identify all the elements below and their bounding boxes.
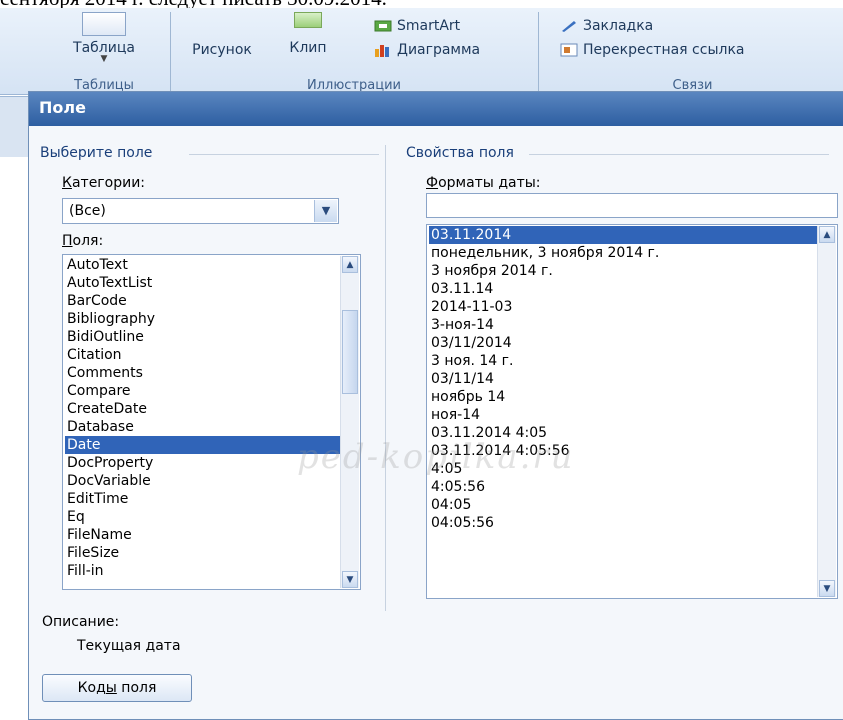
chart-button[interactable]: Диаграмма (374, 42, 480, 58)
chevron-down-icon[interactable]: ▼ (314, 200, 337, 222)
list-item[interactable]: 3-ноя-14 (429, 316, 817, 334)
list-item[interactable]: ноябрь 14 (429, 388, 817, 406)
list-item[interactable]: 2014-11-03 (429, 298, 817, 316)
list-item[interactable]: 04:05 (429, 496, 817, 514)
list-item[interactable]: 03.11.2014 (429, 226, 817, 244)
list-item[interactable]: 04:05:56 (429, 514, 817, 532)
date-format-input[interactable] (426, 193, 838, 218)
list-item[interactable]: Database (65, 418, 340, 436)
cross-reference-button[interactable]: Перекрестная ссылка (560, 42, 745, 58)
scroll-down-icon[interactable]: ▼ (819, 580, 835, 597)
chart-icon (375, 45, 389, 57)
list-item[interactable]: 03.11.14 (429, 280, 817, 298)
categories-select-value: (Все) (69, 203, 106, 219)
scroll-up-icon[interactable]: ▲ (342, 256, 358, 273)
ribbon-group-illustrations: Рисунок Клип SmartArt Диаграмма Иллюстра… (174, 8, 534, 94)
date-formats-listbox[interactable]: 03.11.2014 понедельник, 3 ноября 2014 г. 3… (426, 224, 838, 599)
date-formats-list: 03.11.2014 понедельник, 3 ноября 2014 г. 3… (429, 226, 817, 532)
categories-label: Категории: (62, 175, 146, 191)
fields-listbox[interactable]: AutoText AutoTextList BarCode Bibliography B… (62, 254, 361, 590)
watermark: ped-kopilka.ru (297, 437, 575, 477)
smartart-icon (374, 20, 392, 32)
list-item[interactable]: Eq (65, 508, 340, 526)
field-dialog: Поле Выберите поле Категории: (Все) ▼ По… (28, 91, 843, 720)
ribbon-group-links: Закладка Перекрестная ссылка Связи (542, 8, 843, 94)
dialog-titlebar[interactable]: Поле (29, 92, 843, 126)
fields-label: Поля: (62, 233, 104, 249)
description-label: Описание: (42, 614, 120, 630)
list-item[interactable]: Bibliography (65, 310, 340, 328)
field-properties-section-label: Свойства поля (406, 145, 514, 161)
list-item[interactable]: Citation (65, 346, 340, 364)
list-item[interactable]: AutoText (65, 256, 340, 274)
date-formats-label: Форматы даты: (426, 175, 541, 191)
list-item[interactable]: 3 ноя. 14 г. (429, 352, 817, 370)
section-divider (189, 154, 379, 155)
scroll-down-icon[interactable]: ▼ (342, 571, 358, 588)
description-text: Текущая дата (77, 638, 181, 654)
section-vertical-divider (385, 145, 386, 611)
chevron-down-icon: ▼ (100, 54, 108, 64)
table-icon (82, 12, 126, 36)
list-item[interactable]: 03/11/2014 (429, 334, 817, 352)
list-item[interactable]: Comments (65, 364, 340, 382)
fields-list: AutoText AutoTextList BarCode Bibliography B… (65, 256, 340, 580)
date-formats-scrollbar[interactable]: ▲ ▼ (817, 226, 836, 597)
bookmark-icon (562, 21, 576, 32)
list-item[interactable]: BidiOutline (65, 328, 340, 346)
list-item[interactable]: AutoTextList (65, 274, 340, 292)
list-item[interactable]: Compare (65, 382, 340, 400)
fields-scrollbar[interactable]: ▲ ▼ (340, 256, 359, 588)
section-divider (529, 154, 829, 155)
list-item[interactable]: FileSize (65, 544, 340, 562)
window-edge (0, 96, 28, 157)
scroll-up-icon[interactable]: ▲ (819, 226, 835, 243)
list-item[interactable]: понедельник, 3 ноября 2014 г. (429, 244, 817, 262)
ribbon: Таблица ▼ Таблицы Рисунок Клип SmartArt … (0, 8, 843, 95)
field-codes-button[interactable]: Коды поля (42, 674, 192, 702)
list-item[interactable]: ноя-14 (429, 406, 817, 424)
clip-button[interactable]: Клип (278, 12, 338, 56)
list-item[interactable]: CreateDate (65, 400, 340, 418)
group-separator (538, 12, 539, 92)
clipart-icon (294, 12, 322, 28)
scroll-thumb[interactable] (342, 310, 358, 394)
picture-button[interactable]: Рисунок (182, 12, 262, 58)
list-item[interactable]: 4:05:56 (429, 478, 817, 496)
list-item[interactable]: 3 ноября 2014 г. (429, 262, 817, 280)
list-item[interactable]: EditTime (65, 490, 340, 508)
ribbon-group-tables: Таблица ▼ Таблицы (42, 8, 166, 94)
cross-reference-icon (560, 43, 578, 57)
dialog-title: Поле (39, 98, 86, 117)
field-codes-button-label: Коды поля (77, 680, 157, 696)
list-item[interactable]: 03/11/14 (429, 370, 817, 388)
bookmark-button[interactable]: Закладка (560, 18, 653, 34)
list-item[interactable]: FileName (65, 526, 340, 544)
group-separator (170, 12, 171, 92)
table-button[interactable]: Таблица ▼ (56, 12, 152, 64)
list-item[interactable]: BarCode (65, 292, 340, 310)
select-field-section-label: Выберите поле (40, 145, 153, 161)
list-item[interactable]: Fill-in (65, 562, 340, 580)
smartart-button[interactable]: SmartArt (374, 18, 460, 34)
categories-select[interactable]: (Все) ▼ (62, 198, 339, 224)
